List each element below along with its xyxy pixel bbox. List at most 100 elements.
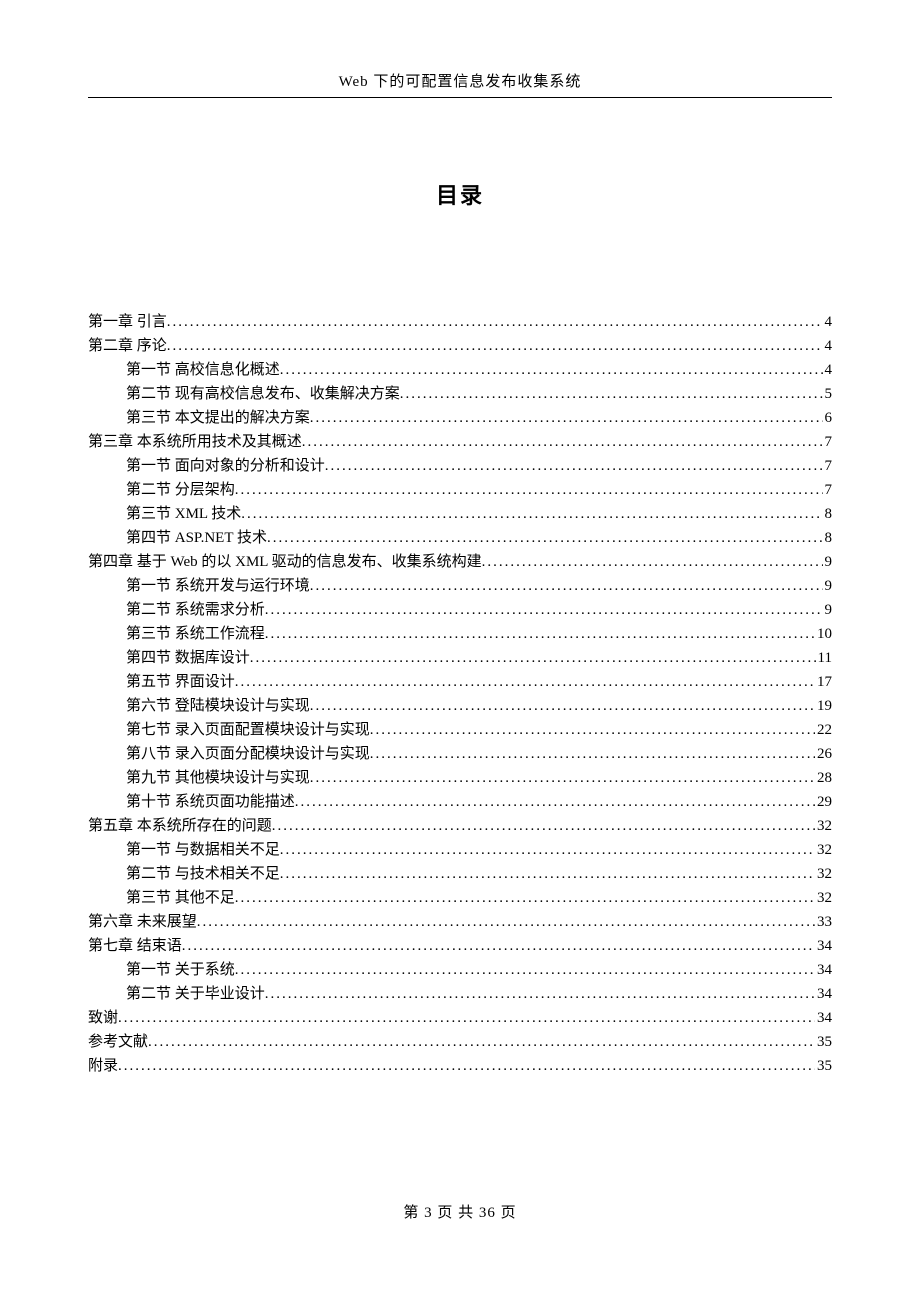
toc-entry: 第六章 未来展望 33 [88, 910, 832, 934]
toc-entry-label: 第二节 系统需求分析 [126, 598, 265, 622]
toc-entry-label: 致谢 [88, 1006, 118, 1030]
toc-leader-dots [310, 406, 823, 430]
toc-entry-page: 32 [815, 814, 832, 838]
toc-entry-page: 9 [823, 574, 833, 598]
toc-entry-label: 第四节 数据库设计 [126, 646, 250, 670]
toc-leader-dots [280, 862, 815, 886]
toc-title: 目录 [88, 178, 832, 210]
toc-entry: 第四章 基于 Web 的以 XML 驱动的信息发布、收集系统构建 9 [88, 550, 832, 574]
toc-entry: 第一节 与数据相关不足 32 [88, 838, 832, 862]
toc-entry: 第八节 录入页面分配模块设计与实现 26 [88, 742, 832, 766]
toc-entry-page: 10 [815, 622, 832, 646]
toc-entry: 第三节 本文提出的解决方案 6 [88, 406, 832, 430]
toc-leader-dots [280, 358, 823, 382]
toc-leader-dots [482, 550, 823, 574]
toc-entry-page: 6 [823, 406, 833, 430]
toc-leader-dots [118, 1006, 815, 1030]
toc-entry-label: 第六章 未来展望 [88, 910, 197, 934]
toc-entry-page: 17 [815, 670, 832, 694]
toc-leader-dots [182, 934, 815, 958]
toc-entry: 第五章 本系统所存在的问题 32 [88, 814, 832, 838]
toc-entry-page: 35 [815, 1030, 832, 1054]
toc-leader-dots [235, 958, 815, 982]
toc-entry: 第一节 高校信息化概述 4 [88, 358, 832, 382]
toc-leader-dots [250, 646, 816, 670]
toc-entry-page: 7 [823, 454, 833, 478]
toc-entry-label: 第一章 引言 [88, 310, 167, 334]
toc-entry-label: 第九节 其他模块设计与实现 [126, 766, 310, 790]
toc-leader-dots [370, 742, 815, 766]
toc-entry-page: 29 [815, 790, 832, 814]
toc-entry-label: 参考文献 [88, 1030, 148, 1054]
toc-entry-page: 8 [823, 526, 833, 550]
toc-leader-dots [272, 814, 815, 838]
toc-leader-dots [167, 334, 823, 358]
toc-entry-page: 11 [816, 646, 832, 670]
toc-entry-page: 26 [815, 742, 832, 766]
toc-entry-label: 第十节 系统页面功能描述 [126, 790, 295, 814]
toc-leader-dots [310, 694, 815, 718]
toc-leader-dots [241, 502, 822, 526]
toc-entry: 第七章 结束语 34 [88, 934, 832, 958]
toc-leader-dots [197, 910, 815, 934]
toc-entry: 第四节 ASP.NET 技术 8 [88, 526, 832, 550]
toc-entry-label: 第一节 系统开发与运行环境 [126, 574, 310, 598]
toc-entry-label: 第四节 ASP.NET 技术 [126, 526, 267, 550]
toc-entry: 附录 35 [88, 1054, 832, 1078]
toc-entry-label: 第七章 结束语 [88, 934, 182, 958]
toc-leader-dots [148, 1030, 815, 1054]
toc-entry: 第十节 系统页面功能描述 29 [88, 790, 832, 814]
toc-entry-label: 第五节 界面设计 [126, 670, 235, 694]
toc-leader-dots [310, 574, 823, 598]
toc-leader-dots [370, 718, 815, 742]
toc-entry-page: 4 [823, 310, 833, 334]
toc-entry-label: 第五章 本系统所存在的问题 [88, 814, 272, 838]
toc-entry-label: 第二章 序论 [88, 334, 167, 358]
toc-entry-page: 5 [823, 382, 833, 406]
toc-entry-label: 第二节 现有高校信息发布、收集解决方案 [126, 382, 400, 406]
toc-entry-label: 第八节 录入页面分配模块设计与实现 [126, 742, 370, 766]
toc-leader-dots [280, 838, 815, 862]
toc-entry: 第二节 系统需求分析 9 [88, 598, 832, 622]
toc-entry-page: 7 [823, 478, 833, 502]
toc-entry-label: 附录 [88, 1054, 118, 1078]
toc-entry-page: 28 [815, 766, 832, 790]
toc-leader-dots [267, 526, 823, 550]
toc-leader-dots [325, 454, 823, 478]
toc-entry-page: 34 [815, 982, 832, 1006]
toc-entry: 第三节 XML 技术 8 [88, 502, 832, 526]
toc-entry-label: 第二节 分层架构 [126, 478, 235, 502]
toc-entry: 第二节 与技术相关不足 32 [88, 862, 832, 886]
document-page: Web 下的可配置信息发布收集系统 目录 第一章 引言 4第二章 序论 4第一节… [0, 0, 920, 1078]
toc-leader-dots [265, 622, 815, 646]
toc-entry-page: 34 [815, 1006, 832, 1030]
toc-entry-page: 34 [815, 958, 832, 982]
toc-entry-page: 19 [815, 694, 832, 718]
table-of-contents: 第一章 引言 4第二章 序论 4第一节 高校信息化概述 4第二节 现有高校信息发… [88, 310, 832, 1078]
toc-entry-page: 9 [823, 550, 833, 574]
toc-entry: 第四节 数据库设计 11 [88, 646, 832, 670]
toc-entry-label: 第一节 面向对象的分析和设计 [126, 454, 325, 478]
toc-entry-label: 第七节 录入页面配置模块设计与实现 [126, 718, 370, 742]
toc-entry-label: 第三章 本系统所用技术及其概述 [88, 430, 302, 454]
toc-entry-label: 第六节 登陆模块设计与实现 [126, 694, 310, 718]
toc-entry: 第二节 分层架构 7 [88, 478, 832, 502]
toc-entry: 第三节 其他不足 32 [88, 886, 832, 910]
toc-entry: 第一章 引言 4 [88, 310, 832, 334]
header-rule [88, 97, 832, 98]
toc-entry: 第二章 序论 4 [88, 334, 832, 358]
toc-entry: 第三章 本系统所用技术及其概述 7 [88, 430, 832, 454]
toc-entry-page: 7 [823, 430, 833, 454]
toc-entry-page: 32 [815, 862, 832, 886]
toc-entry-page: 4 [823, 358, 833, 382]
toc-leader-dots [265, 598, 823, 622]
toc-entry-page: 8 [823, 502, 833, 526]
toc-entry-label: 第一节 关于系统 [126, 958, 235, 982]
page-footer: 第 3 页 共 36 页 [0, 1201, 920, 1222]
toc-leader-dots [167, 310, 823, 334]
toc-entry-label: 第三节 XML 技术 [126, 502, 241, 526]
toc-leader-dots [235, 478, 823, 502]
toc-entry-page: 33 [815, 910, 832, 934]
toc-entry: 第五节 界面设计 17 [88, 670, 832, 694]
toc-entry-page: 34 [815, 934, 832, 958]
